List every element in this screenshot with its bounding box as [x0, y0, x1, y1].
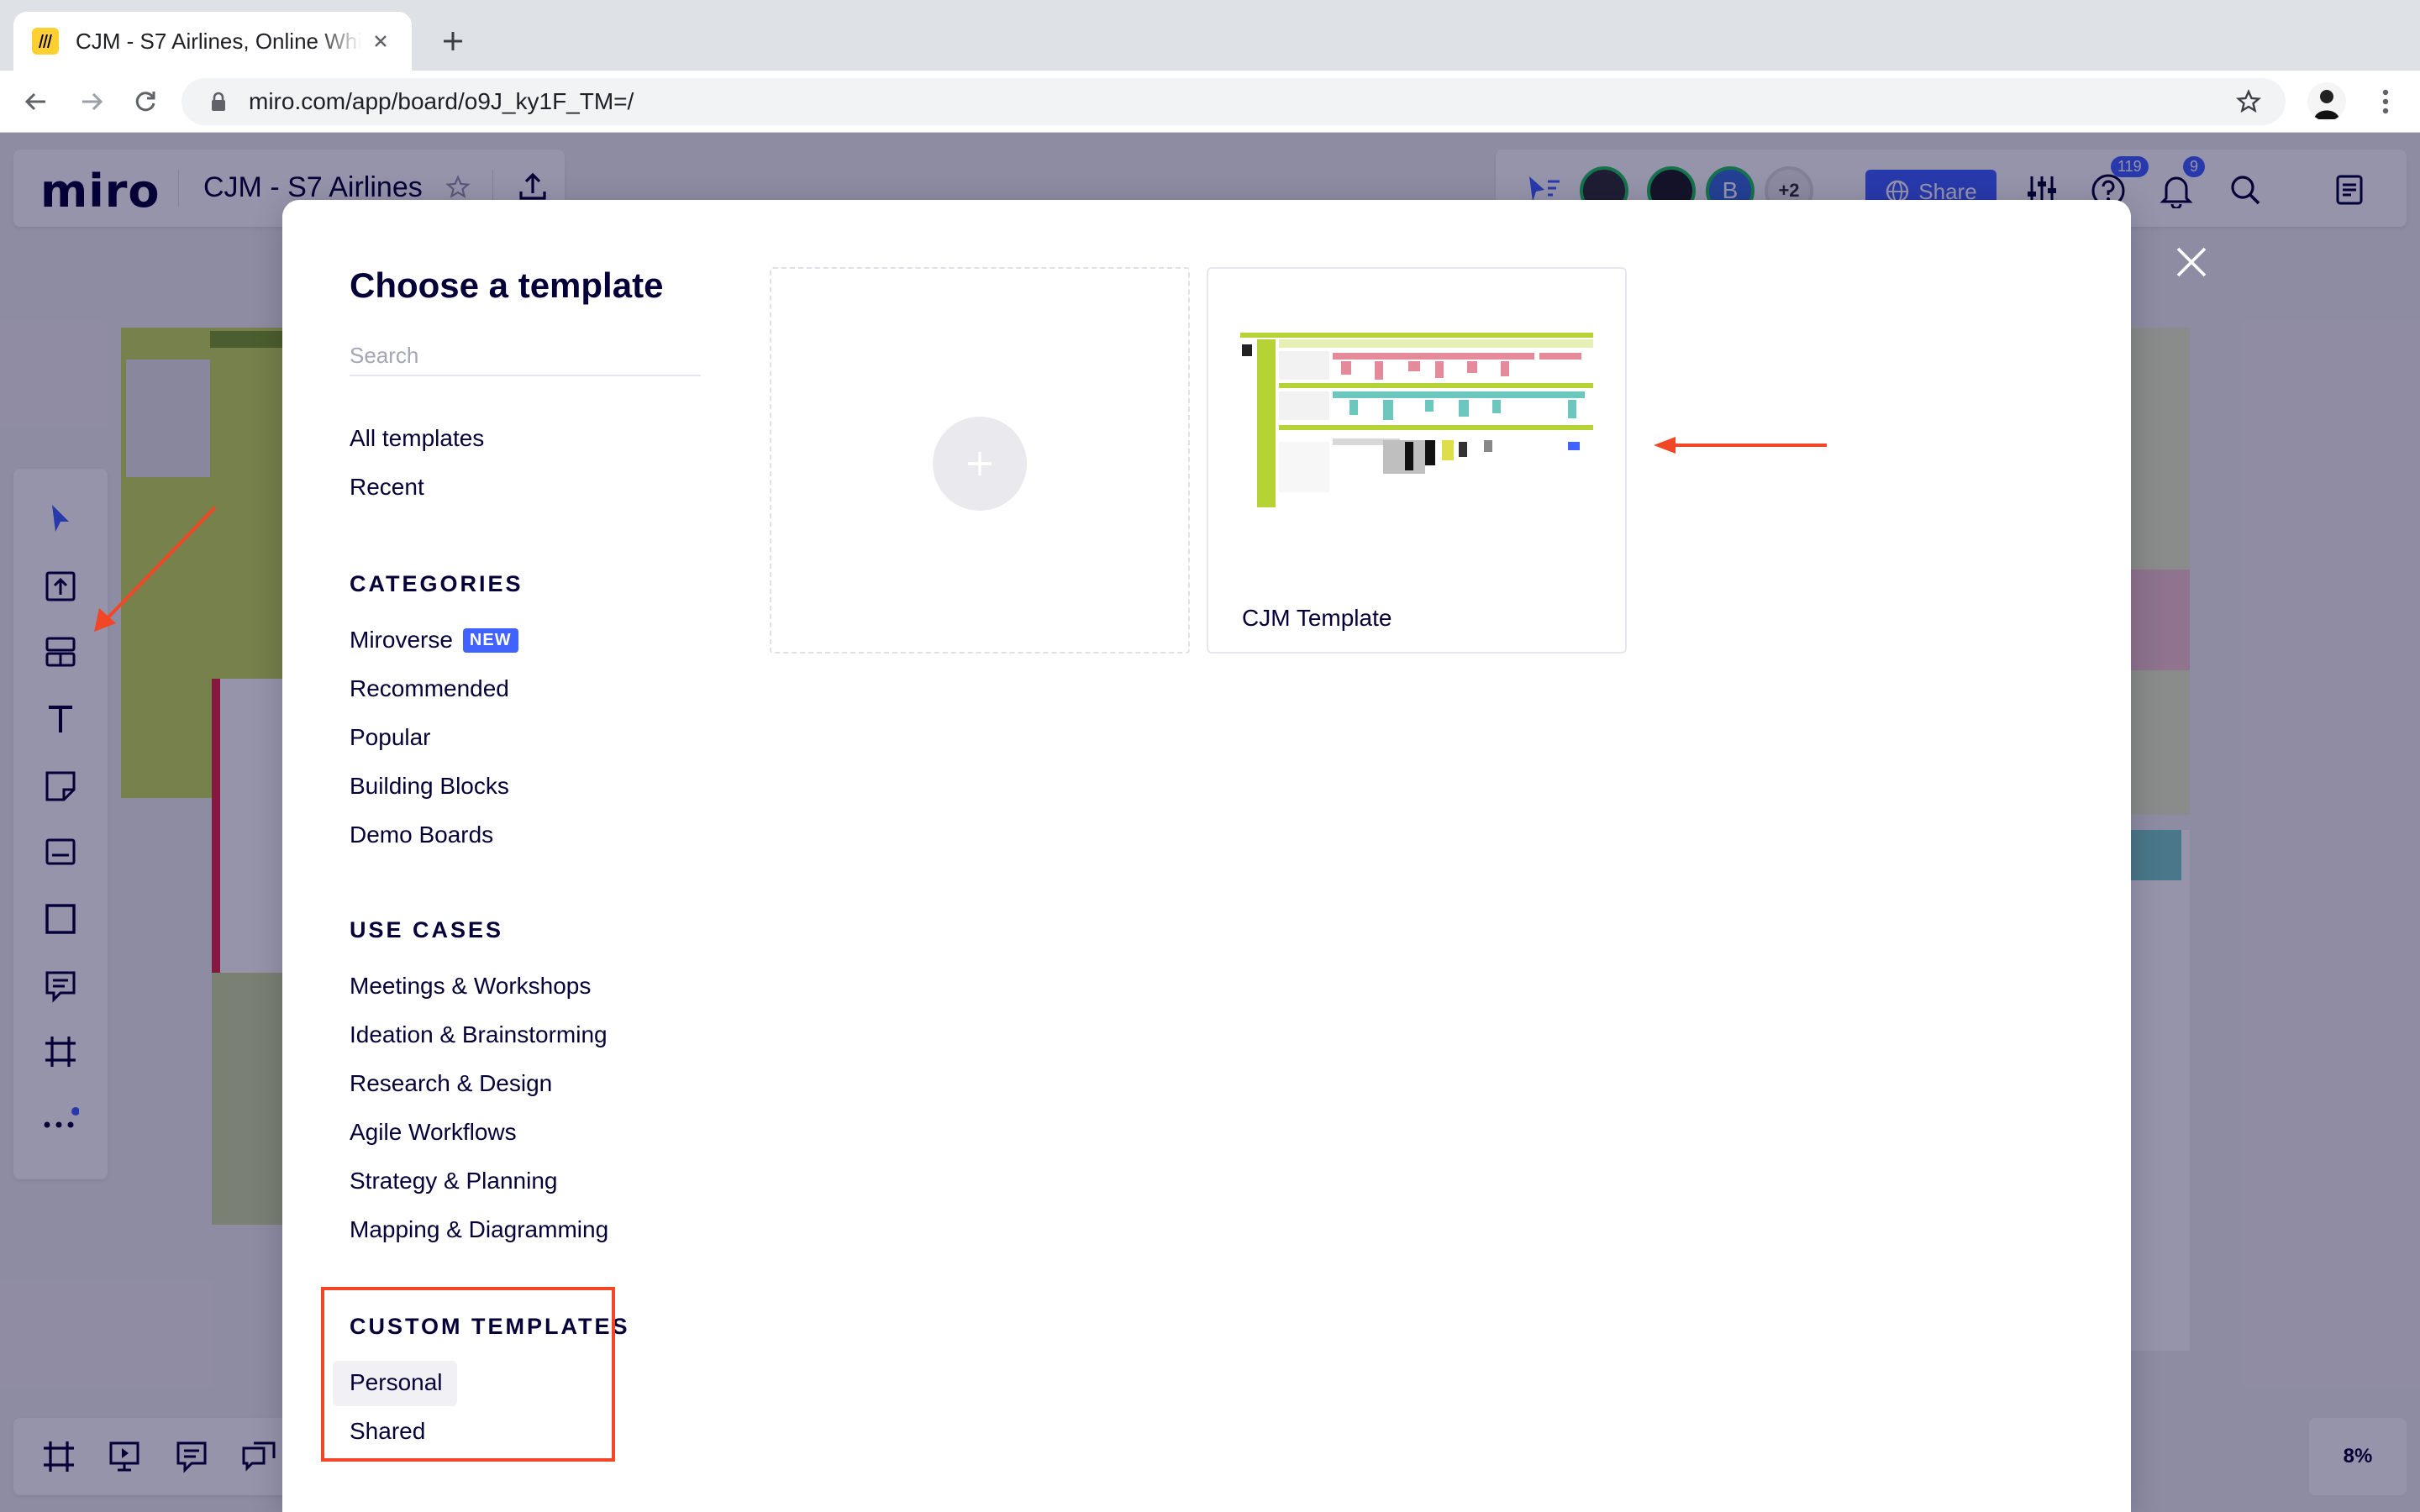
tab-title: CJM - S7 Airlines, Online Whiteboard for… [76, 28, 361, 54]
browser-menu-icon[interactable] [2366, 82, 2405, 121]
usecase-meetings-workshops[interactable]: Meetings & Workshops [350, 973, 591, 1000]
template-card[interactable]: CJM Template [1207, 267, 1627, 654]
nav-recent[interactable]: Recent [350, 474, 424, 501]
browser-tab[interactable]: CJM - S7 Airlines, Online Whiteboard for… [13, 12, 412, 71]
usecase-ideation-brainstorming[interactable]: Ideation & Brainstorming [350, 1021, 608, 1048]
choose-template-modal: Choose a template All templates Recent C… [282, 200, 2131, 1512]
nav-all-templates[interactable]: All templates [350, 425, 484, 452]
url-text: miro.com/app/board/o9J_ky1F_TM=/ [249, 88, 634, 114]
miro-favicon-icon [32, 28, 59, 55]
new-badge: NEW [462, 628, 518, 653]
plus-icon [933, 417, 1027, 511]
template-search-input[interactable] [350, 336, 701, 376]
lock-icon [202, 85, 235, 118]
usecase-mapping-diagramming[interactable]: Mapping & Diagramming [350, 1216, 608, 1243]
blank-template-card[interactable] [770, 267, 1190, 654]
categories-heading: CATEGORIES [350, 571, 523, 596]
bookmark-star-icon[interactable] [2232, 85, 2265, 118]
forward-icon[interactable] [72, 82, 111, 121]
category-demo-boards[interactable]: Demo Boards [350, 822, 493, 848]
reload-icon[interactable] [126, 82, 165, 121]
browser-tabstrip: CJM - S7 Airlines, Online Whiteboard for… [0, 0, 2420, 71]
template-card-name: CJM Template [1242, 605, 1392, 631]
back-icon[interactable] [17, 82, 55, 121]
annotation-arrow-icon [94, 506, 217, 632]
profile-avatar[interactable] [2307, 82, 2346, 121]
usecase-research-design[interactable]: Research & Design [350, 1070, 552, 1097]
category-label: Miroverse [350, 627, 453, 653]
category-building-blocks[interactable]: Building Blocks [350, 773, 509, 800]
tab-close-icon[interactable] [368, 29, 393, 54]
annotation-arrow-icon [1654, 437, 1827, 454]
new-tab-icon[interactable] [435, 24, 471, 59]
category-recommended[interactable]: Recommended [350, 675, 509, 702]
usecase-strategy-planning[interactable]: Strategy & Planning [350, 1168, 558, 1194]
close-icon[interactable] [2171, 242, 2212, 282]
template-thumbnail [1240, 333, 1593, 507]
category-popular[interactable]: Popular [350, 724, 431, 751]
annotation-highlight-box [321, 1287, 615, 1462]
address-bar[interactable]: miro.com/app/board/o9J_ky1F_TM=/ [182, 78, 2286, 125]
category-miroverse[interactable]: Miroverse NEW [350, 627, 518, 654]
modal-title: Choose a template [350, 265, 664, 305]
usecase-agile-workflows[interactable]: Agile Workflows [350, 1119, 517, 1146]
use-cases-heading: USE CASES [350, 917, 504, 942]
browser-toolbar: miro.com/app/board/o9J_ky1F_TM=/ [0, 71, 2420, 133]
